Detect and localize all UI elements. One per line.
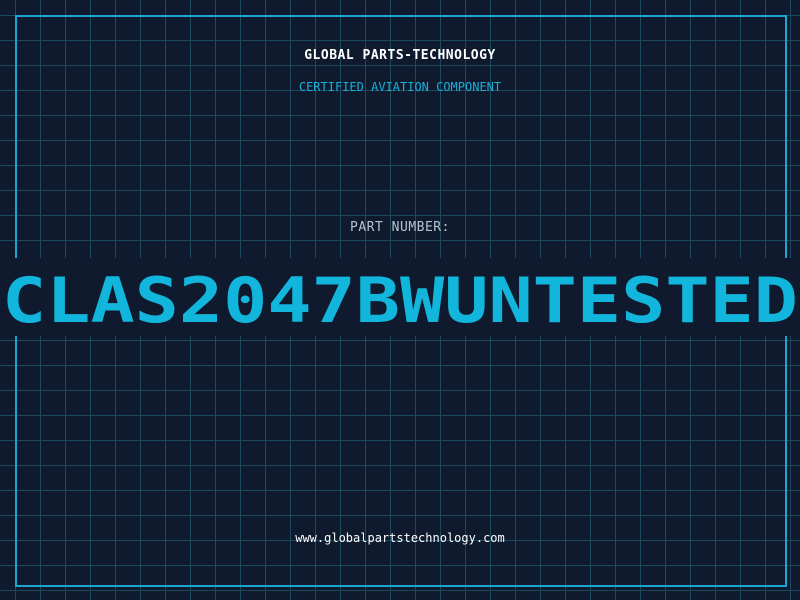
certificate-page: GLOBAL PARTS-TECHNOLOGY CERTIFIED AVIATI… bbox=[0, 0, 800, 600]
part-number-display: CLAS2047BWUNTESTED bbox=[2, 270, 798, 330]
company-name: GLOBAL PARTS-TECHNOLOGY bbox=[304, 48, 496, 63]
website-url: www.globalpartstechnology.com bbox=[295, 531, 505, 545]
part-number-label: PART NUMBER: bbox=[350, 220, 450, 235]
part-number-value: CLAS2047BWUNTESTED bbox=[2, 270, 798, 330]
certification-subtitle: CERTIFIED AVIATION COMPONENT bbox=[298, 80, 502, 94]
